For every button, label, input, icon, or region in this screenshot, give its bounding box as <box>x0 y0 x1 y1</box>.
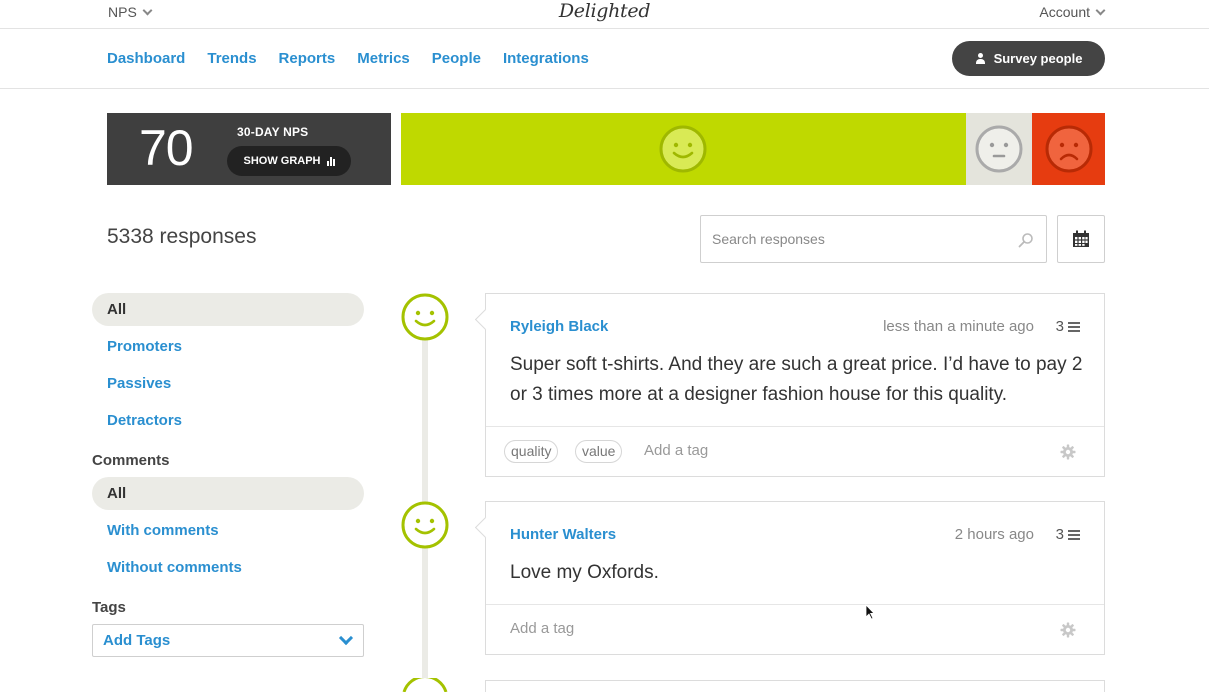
response-comment: Love my Oxfords. <box>510 562 659 583</box>
tag-quality[interactable]: quality <box>504 440 559 463</box>
filter-all[interactable]: All <box>92 293 364 326</box>
nav-trends[interactable]: Trends <box>207 50 256 67</box>
passives-segment[interactable] <box>965 113 1033 185</box>
nav-metrics[interactable]: Metrics <box>357 50 410 67</box>
list-icon <box>1068 321 1080 332</box>
show-graph-button[interactable]: SHOW GRAPH <box>227 146 351 176</box>
happy-face-icon <box>659 125 707 173</box>
filter-passives[interactable]: Passives <box>92 367 364 400</box>
search-input[interactable] <box>701 216 1001 262</box>
respondent-name[interactable]: Hunter Walters <box>510 526 616 543</box>
comments-heading: Comments <box>92 452 170 469</box>
nps-distribution-bar <box>401 113 1105 185</box>
person-icon <box>975 53 987 64</box>
responses-count: 5338 responses <box>107 225 257 248</box>
neutral-face-icon <box>975 125 1023 173</box>
nav-reports[interactable]: Reports <box>279 50 336 67</box>
tag-value[interactable]: value <box>575 440 623 463</box>
mouse-cursor-icon <box>865 604 875 620</box>
tags-heading: Tags <box>92 599 126 616</box>
comments-filter-all[interactable]: All <box>92 477 364 510</box>
add-tags-dropdown[interactable]: Add Tags <box>92 624 364 657</box>
show-graph-label: SHOW GRAPH <box>243 155 321 167</box>
top-bar: NPS Delighted Account <box>0 0 1209 29</box>
nav-integrations[interactable]: Integrations <box>503 50 589 67</box>
response-comment: Super soft t-shirts. And they are such a… <box>510 354 1083 405</box>
response-card: Hunter Walters 2 hours ago 3 Love my Oxf… <box>485 501 1105 655</box>
nps-score-panel: 70 30-DAY NPS SHOW GRAPH <box>107 113 391 185</box>
response-card <box>485 680 1105 692</box>
filter-sidebar: All Promoters Passives Detractors Commen… <box>92 293 364 657</box>
gear-icon[interactable] <box>1060 444 1076 460</box>
response-score-button[interactable]: 3 <box>1056 318 1080 335</box>
filter-promoters[interactable]: Promoters <box>92 330 364 363</box>
add-tag-input[interactable]: Add a tag <box>510 620 574 637</box>
card-footer: quality value Add a tag <box>486 426 1104 476</box>
sad-face-icon <box>1045 125 1093 173</box>
promoter-face-icon <box>401 501 449 549</box>
add-tag-input[interactable]: Add a tag <box>644 442 708 459</box>
date-filter-button[interactable] <box>1057 215 1105 263</box>
account-dropdown[interactable]: Account <box>1039 4 1106 20</box>
chevron-down-icon <box>1095 5 1106 15</box>
card-footer: Add a tag <box>486 604 1104 654</box>
calendar-icon <box>1073 230 1089 247</box>
account-label: Account <box>1039 4 1090 20</box>
nps-score-label: 30-DAY NPS <box>237 125 309 139</box>
response-card: Ryleigh Black less than a minute ago 3 S… <box>485 293 1105 477</box>
response-score: 3 <box>1055 526 1064 543</box>
response-score-button[interactable]: 3 <box>1056 526 1080 543</box>
response-time: 2 hours ago <box>954 526 1034 543</box>
survey-people-button[interactable]: Survey people <box>952 41 1105 76</box>
respondent-name[interactable]: Ryleigh Black <box>510 318 608 335</box>
response-time: less than a minute ago <box>883 318 1034 335</box>
delighted-logo[interactable]: Delighted <box>0 0 1209 22</box>
nav-people[interactable]: People <box>432 50 481 67</box>
chevron-down-icon <box>338 630 354 646</box>
nps-score-value: 70 <box>139 120 194 176</box>
gear-icon[interactable] <box>1060 622 1076 638</box>
filter-detractors[interactable]: Detractors <box>92 404 364 437</box>
promoters-segment[interactable] <box>401 113 966 185</box>
search-box <box>700 215 1047 263</box>
comments-filter-with[interactable]: With comments <box>92 514 364 547</box>
search-icon[interactable] <box>1018 232 1034 248</box>
nav-dashboard[interactable]: Dashboard <box>107 50 185 67</box>
promoter-face-icon <box>402 678 448 692</box>
detractors-segment[interactable] <box>1032 113 1105 185</box>
comments-filter-without[interactable]: Without comments <box>92 551 364 584</box>
add-tags-label: Add Tags <box>103 632 171 649</box>
survey-people-label: Survey people <box>993 51 1083 66</box>
bar-chart-icon <box>326 156 335 166</box>
main-nav: Dashboard Trends Reports Metrics People … <box>0 29 1209 89</box>
list-icon <box>1068 529 1080 540</box>
promoter-face-icon <box>401 293 449 341</box>
response-score: 3 <box>1055 318 1064 335</box>
